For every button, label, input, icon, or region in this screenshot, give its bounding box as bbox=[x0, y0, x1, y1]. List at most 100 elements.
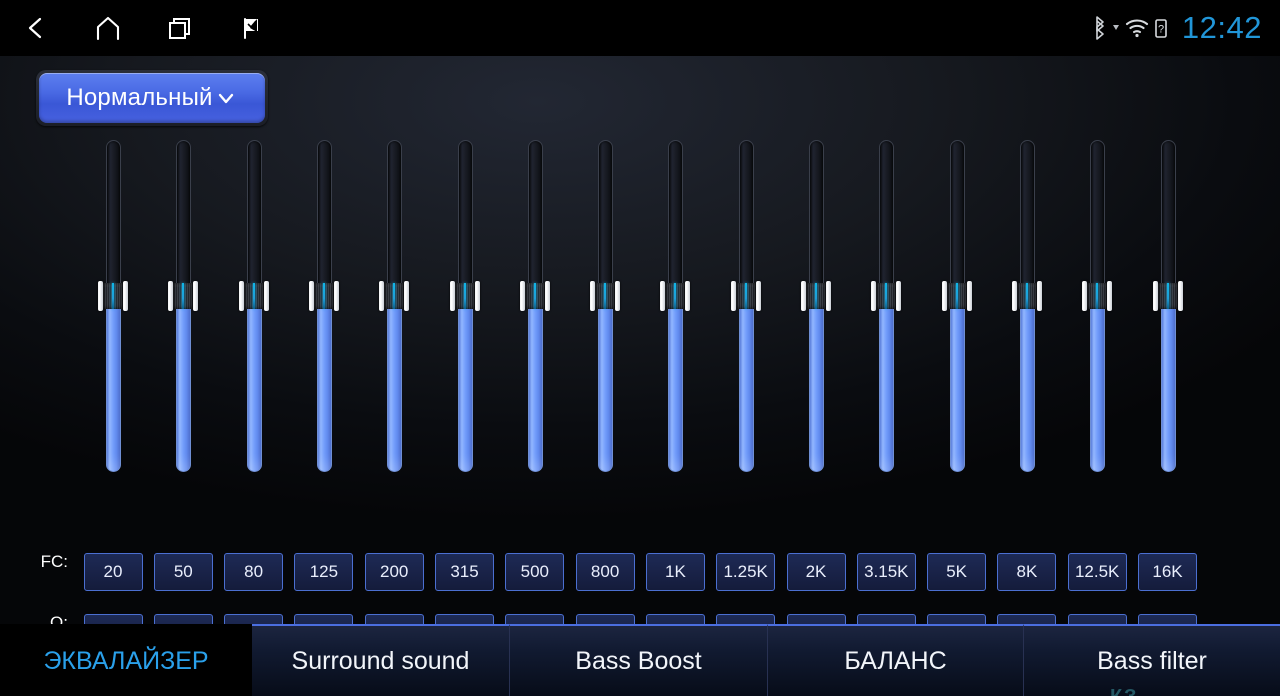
fc-cell[interactable]: 3.15K bbox=[856, 553, 916, 591]
fc-cell[interactable]: 12.5K bbox=[1067, 553, 1127, 591]
slider-fill bbox=[598, 308, 614, 472]
slider-fill bbox=[106, 308, 121, 472]
slider-fill bbox=[387, 308, 403, 472]
fc-cell[interactable]: 20 bbox=[83, 553, 143, 591]
band-slider[interactable] bbox=[1011, 140, 1042, 472]
slider-thumb[interactable] bbox=[168, 281, 199, 311]
slider-thumb[interactable] bbox=[1082, 281, 1113, 311]
band-slider[interactable] bbox=[1082, 140, 1113, 472]
slider-thumb-cap-right bbox=[263, 281, 269, 311]
band-slider[interactable] bbox=[449, 140, 480, 472]
band-slider[interactable] bbox=[660, 140, 691, 472]
signal-arrow-icon bbox=[1111, 15, 1121, 41]
slider-thumb-indicator bbox=[182, 283, 185, 309]
band-slider[interactable] bbox=[519, 140, 550, 472]
slider-thumb-cap-left bbox=[660, 281, 666, 311]
slider-fill bbox=[809, 308, 824, 472]
slider-thumb[interactable] bbox=[660, 281, 691, 311]
slider-thumb[interactable] bbox=[871, 281, 902, 311]
slider-thumb-cap-left bbox=[590, 281, 596, 311]
slider-thumb[interactable] bbox=[730, 281, 761, 311]
fc-cell[interactable]: 1K bbox=[645, 553, 705, 591]
preset-dropdown[interactable]: Нормальный bbox=[39, 73, 265, 123]
fc-cell[interactable]: 500 bbox=[505, 553, 565, 591]
band-slider[interactable] bbox=[941, 140, 972, 472]
slider-thumb[interactable] bbox=[1011, 281, 1042, 311]
slider-thumb[interactable] bbox=[801, 281, 831, 311]
slider-thumb-indicator bbox=[604, 283, 607, 309]
slider-thumb[interactable] bbox=[519, 281, 550, 311]
fc-cell[interactable]: 50 bbox=[153, 553, 213, 591]
fc-cell[interactable]: 200 bbox=[364, 553, 424, 591]
slider-thumb-cap-left bbox=[379, 281, 385, 311]
tab-1[interactable]: ЭКВАЛАЙЗЕР bbox=[0, 624, 252, 696]
tab-5[interactable]: Bass filter bbox=[1024, 624, 1280, 696]
equalizer-body: Нормальный FC: Q: 20 50 80 125 200 315 500 800 1… bbox=[0, 56, 1280, 652]
fc-cell[interactable]: 1.25K bbox=[716, 553, 776, 591]
band-slider[interactable] bbox=[590, 140, 621, 472]
slider-thumb-indicator bbox=[1096, 283, 1099, 309]
slider-fill bbox=[176, 308, 192, 472]
back-icon[interactable] bbox=[0, 0, 72, 56]
preset-dropdown-wrapper: Нормальный bbox=[36, 70, 268, 126]
band-slider[interactable] bbox=[168, 140, 199, 472]
slider-fill bbox=[668, 308, 684, 472]
chevron-down-icon bbox=[214, 86, 238, 110]
slider-fill bbox=[246, 308, 262, 472]
slider-thumb[interactable] bbox=[379, 281, 410, 311]
band-slider[interactable] bbox=[801, 140, 831, 472]
flag-icon[interactable] bbox=[216, 0, 288, 56]
recents-icon[interactable] bbox=[144, 0, 216, 56]
slider-thumb[interactable] bbox=[449, 281, 480, 311]
wifi-icon bbox=[1124, 15, 1150, 41]
slider-thumb-cap-right bbox=[685, 281, 691, 311]
slider-thumb-indicator bbox=[112, 283, 114, 309]
band-slider[interactable] bbox=[238, 140, 269, 472]
slider-thumb-indicator bbox=[674, 283, 677, 309]
slider-thumb-cap-right bbox=[404, 281, 410, 311]
fc-cell[interactable]: 315 bbox=[435, 553, 494, 591]
band-slider[interactable] bbox=[871, 140, 902, 472]
band-slider[interactable] bbox=[98, 140, 128, 472]
slider-fill bbox=[527, 308, 543, 472]
tab-3[interactable]: Bass Boost bbox=[510, 624, 768, 696]
slider-thumb-indicator bbox=[744, 283, 747, 309]
slider-thumb-cap-right bbox=[193, 281, 199, 311]
fc-cell[interactable]: 16K bbox=[1138, 553, 1197, 591]
clock: 12:42 bbox=[1181, 10, 1262, 45]
slider-thumb-cap-left bbox=[1082, 281, 1088, 311]
band-slider[interactable] bbox=[379, 140, 410, 472]
slider-thumb[interactable] bbox=[1152, 281, 1183, 311]
slider-thumb[interactable] bbox=[590, 281, 621, 311]
fc-cell[interactable]: 2K bbox=[786, 553, 846, 591]
fc-cell[interactable]: 80 bbox=[224, 553, 284, 591]
slider-thumb-cap-right bbox=[123, 281, 128, 311]
bottom-tab-bar: ЭКВАЛАЙЗЕР Surround sound Bass Boost БАЛАНС… bbox=[0, 624, 1280, 696]
slider-thumb[interactable] bbox=[941, 281, 972, 311]
slider-thumb-indicator bbox=[393, 283, 396, 309]
slider-thumb-cap-left bbox=[519, 281, 525, 311]
band-slider[interactable] bbox=[730, 140, 761, 472]
band-slider-group bbox=[0, 140, 1280, 480]
fc-cell[interactable]: 8K bbox=[997, 553, 1057, 591]
slider-thumb-cap-right bbox=[1177, 281, 1183, 311]
tab-4[interactable]: БАЛАНС bbox=[768, 624, 1024, 696]
band-slider[interactable] bbox=[1152, 140, 1183, 472]
navigation-bar bbox=[0, 0, 288, 56]
slider-thumb[interactable] bbox=[98, 281, 128, 311]
slider-thumb-cap-right bbox=[474, 281, 480, 311]
fc-cell[interactable]: 800 bbox=[575, 553, 635, 591]
fc-cell[interactable]: 5K bbox=[927, 553, 987, 591]
band-slider[interactable] bbox=[308, 140, 339, 472]
slider-thumb-cap-left bbox=[98, 281, 103, 311]
status-bar: ? 12:42 bbox=[0, 0, 1280, 56]
home-icon[interactable] bbox=[72, 0, 144, 56]
slider-thumb[interactable] bbox=[308, 281, 339, 311]
slider-fill bbox=[949, 308, 965, 472]
slider-fill bbox=[316, 308, 332, 472]
tab-2[interactable]: Surround sound bbox=[252, 624, 510, 696]
slider-thumb-cap-right bbox=[826, 281, 831, 311]
slider-fill bbox=[457, 308, 473, 472]
slider-thumb[interactable] bbox=[238, 281, 269, 311]
fc-cell[interactable]: 125 bbox=[294, 553, 354, 591]
